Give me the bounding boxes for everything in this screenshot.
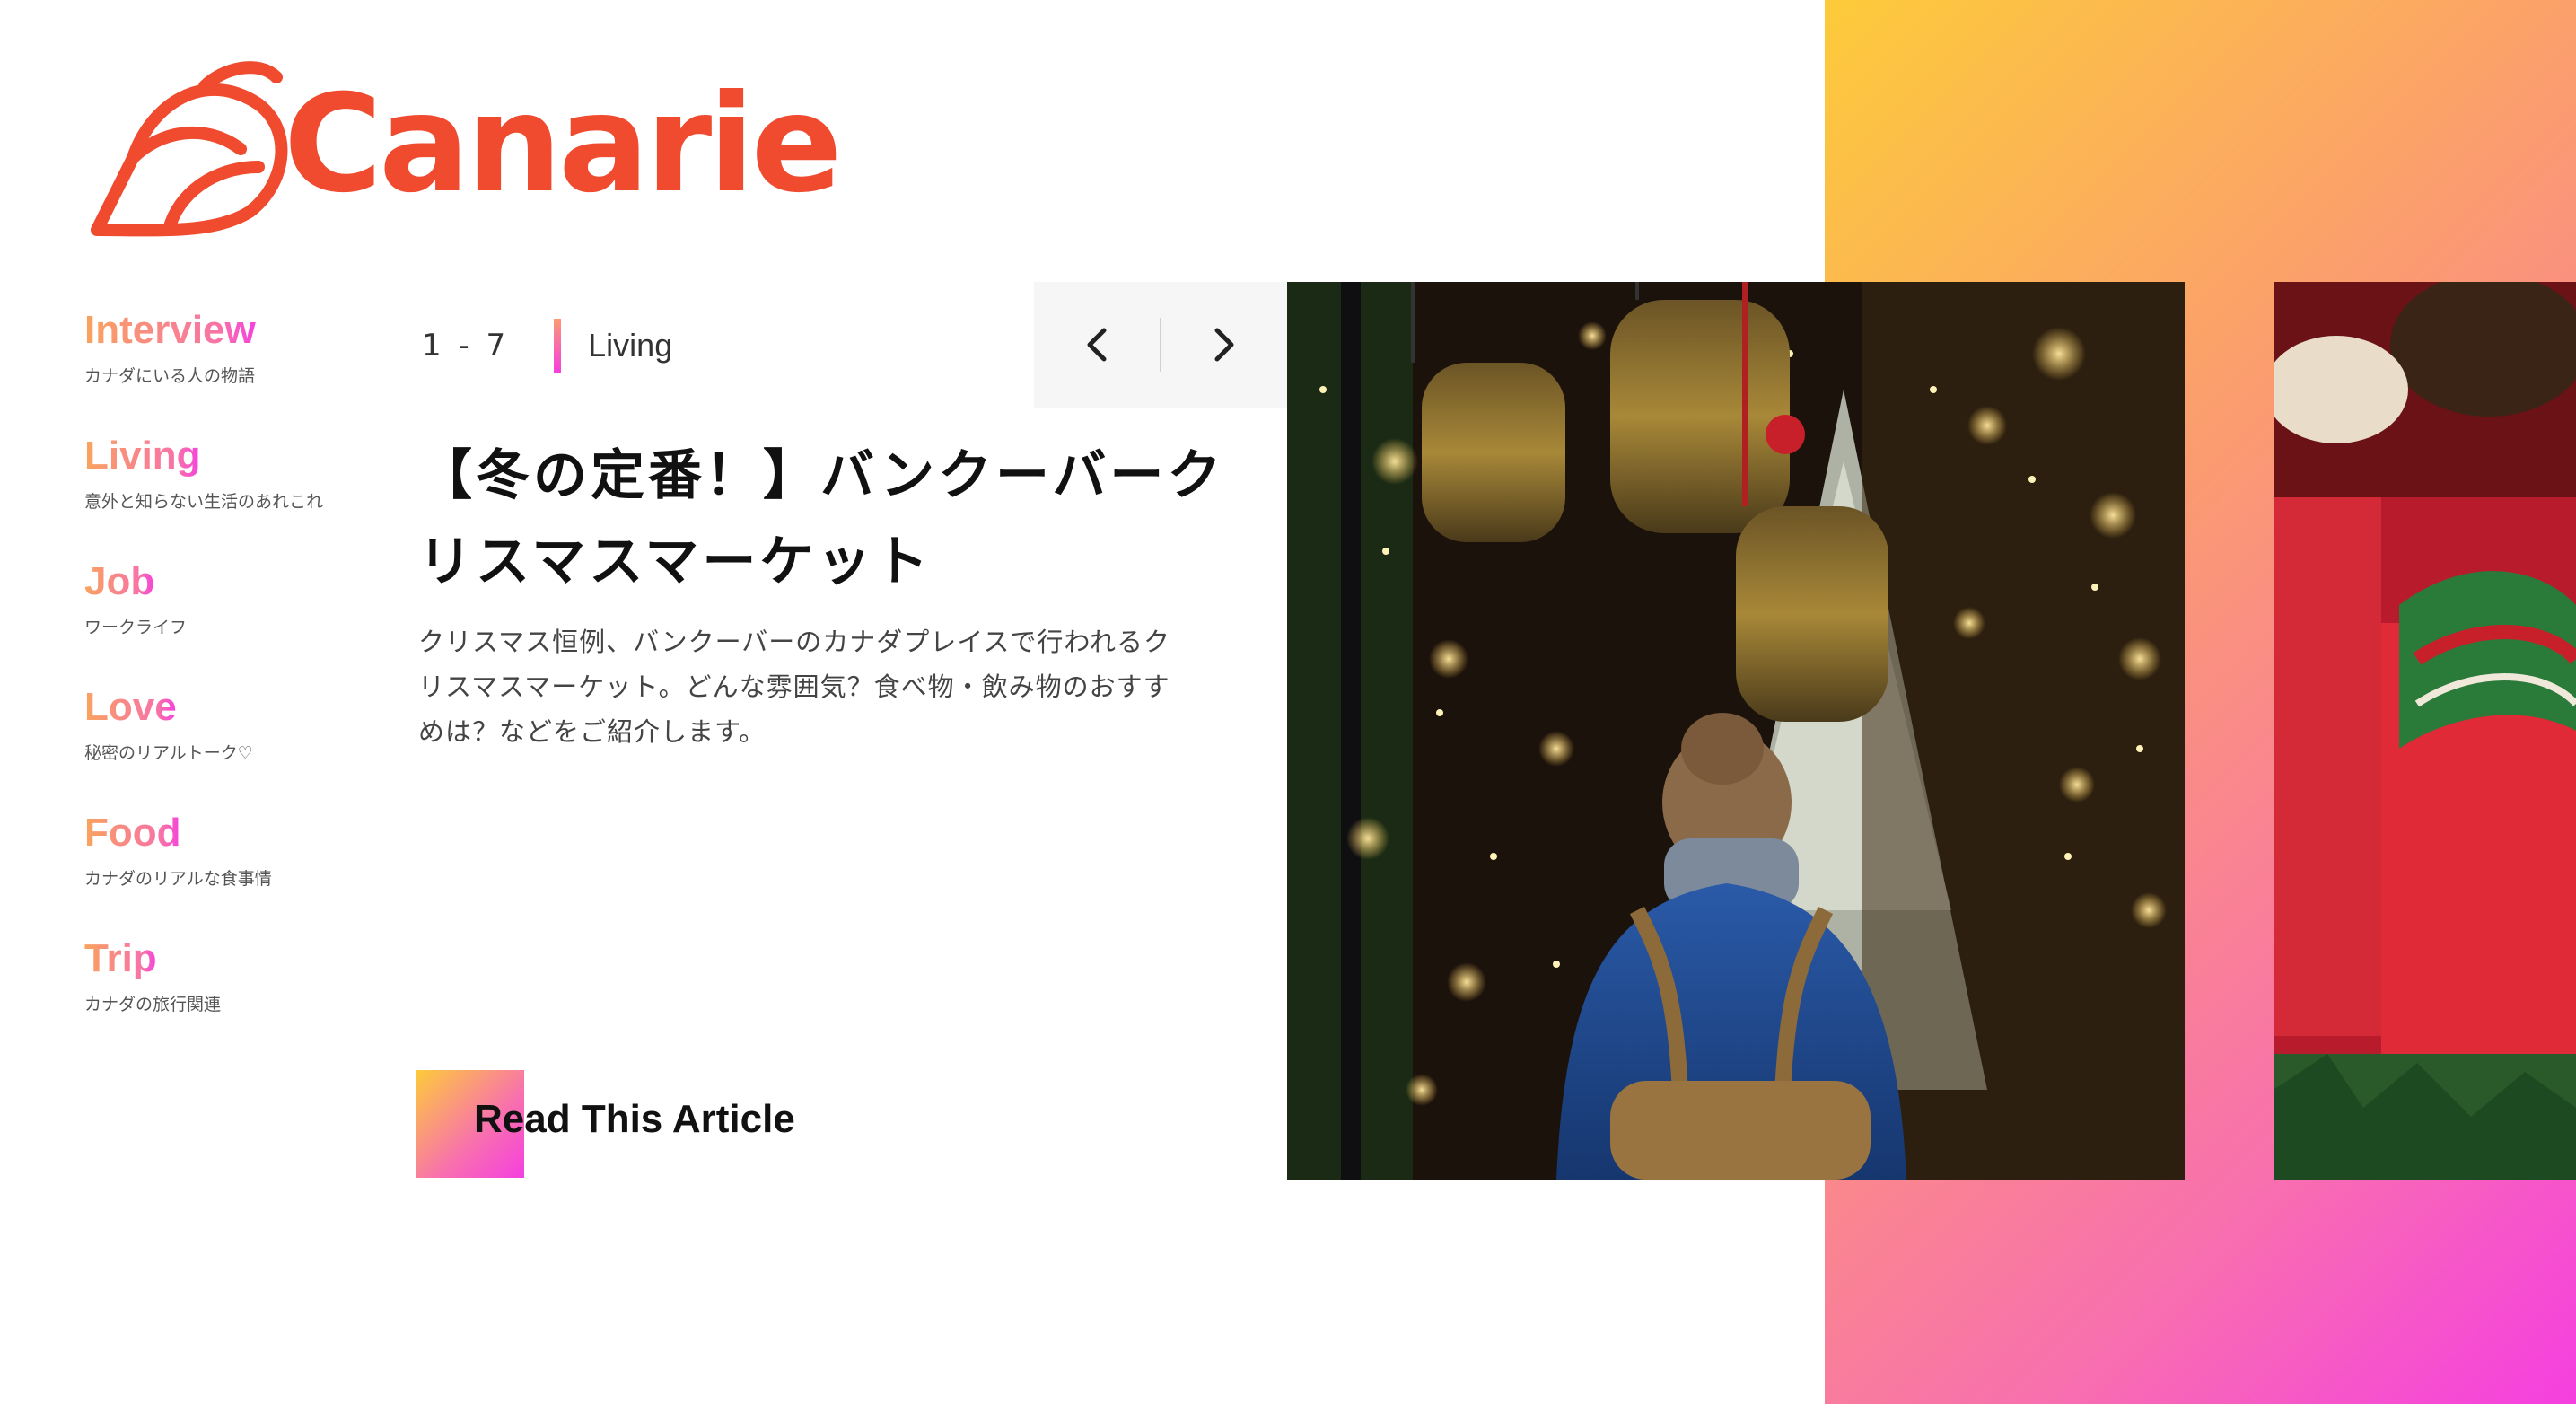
sidebar-item-trip[interactable]: Trip カナダの旅行関連: [84, 934, 390, 1059]
sidebar-item-label: Job: [84, 557, 154, 607]
brand-logo[interactable]: Canarie: [79, 50, 842, 239]
gift-box-photo: [2274, 282, 2576, 1180]
sidebar-item-subtitle: カナダにいる人の物語: [84, 366, 256, 386]
sidebar-item-label: Living: [84, 431, 201, 481]
category-sidebar: Interview カナダにいる人の物語 Living 意外と知らない生活のあれ…: [84, 305, 390, 1059]
article-category: Living: [588, 327, 673, 364]
sidebar-item-subtitle: ワークライフ: [84, 618, 188, 637]
article-description-line-1: クリスマス恒例、バンクーバーのカナダプレイスで行われるク: [418, 627, 1170, 657]
article-description: クリスマス恒例、バンクーバーのカナダプレイスで行われるク リスマスマーケット。ど…: [418, 619, 1226, 754]
sidebar-item-label: Food: [84, 808, 181, 858]
next-button[interactable]: [1161, 282, 1287, 408]
article-title[interactable]: 【冬の定番！】バンクーバーク リスマスマーケット: [418, 433, 1226, 605]
next-article-image[interactable]: [2274, 282, 2576, 1180]
sidebar-item-living[interactable]: Living 意外と知らない生活のあれこれ: [84, 431, 390, 557]
sidebar-item-subtitle: カナダの旅行関連: [84, 995, 222, 1014]
brand-name: Canarie: [284, 66, 842, 223]
sidebar-item-subtitle: 意外と知らない生活のあれこれ: [84, 492, 324, 512]
article-description-line-2: リスマスマーケット。どんな雰囲気？食べ物・飲み物のおすす: [418, 671, 1170, 702]
article-title-line-2: リスマスマーケット: [418, 531, 933, 593]
prev-button[interactable]: [1034, 282, 1160, 408]
article-description-line-3: めは？などをご紹介します。: [418, 716, 767, 747]
chevron-right-icon: [1214, 328, 1234, 362]
chevron-left-icon: [1087, 328, 1107, 362]
sidebar-item-food[interactable]: Food カナダのリアルな食事情: [84, 808, 390, 934]
canary-bird-icon: [91, 61, 288, 237]
read-article-label: Read This Article: [474, 1097, 795, 1141]
sidebar-item-subtitle: 秘密のリアルトーク♡: [84, 743, 253, 763]
sidebar-item-job[interactable]: Job ワークライフ: [84, 557, 390, 682]
sidebar-item-interview[interactable]: Interview カナダにいる人の物語: [84, 305, 390, 431]
christmas-market-photo: [1287, 282, 2185, 1180]
sidebar-item-label: Love: [84, 682, 177, 733]
slider-nav: [1034, 282, 1287, 408]
article-meta: 1 - 7 Living: [422, 314, 672, 377]
sidebar-item-subtitle: カナダのリアルな食事情: [84, 869, 272, 889]
sidebar-item-label: Interview: [84, 305, 256, 355]
article-count: 1 - 7: [422, 328, 510, 364]
meta-divider: [554, 319, 562, 373]
sidebar-item-label: Trip: [84, 934, 157, 984]
article-title-line-1: 【冬の定番！】バンクーバーク: [418, 444, 1225, 507]
sidebar-item-love[interactable]: Love 秘密のリアルトーク♡: [84, 682, 390, 808]
article-hero-image[interactable]: [1287, 282, 2185, 1180]
